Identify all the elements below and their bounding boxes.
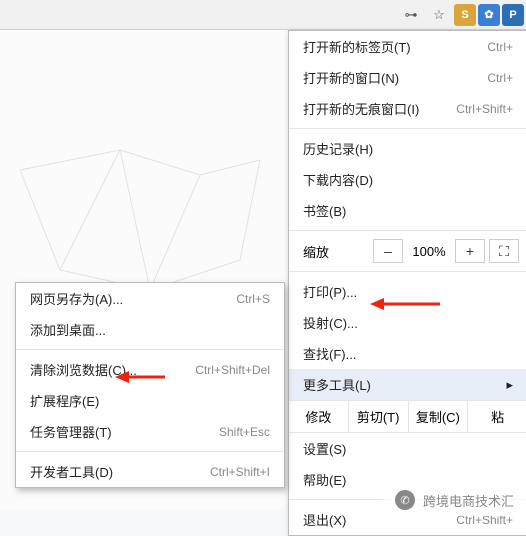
menu-label: 打开新的标签页(T) [303,37,411,56]
menu-downloads[interactable]: 下载内容(D) [289,164,526,195]
submenu-dev-tools[interactable]: 开发者工具(D) Ctrl+Shift+I [16,456,284,487]
menu-label: 打印(P)... [303,282,357,301]
menu-label: 查找(F)... [303,344,356,363]
zoom-value: 100% [407,244,451,259]
menu-label: 添加到桌面... [30,320,106,339]
shortcut: Ctrl+ [487,40,513,54]
menu-bookmarks[interactable]: 书签(B) [289,195,526,226]
submenu-add-desktop[interactable]: 添加到桌面... [16,314,284,345]
menu-incognito[interactable]: 打开新的无痕窗口(I) Ctrl+Shift+ [289,93,526,124]
separator [16,349,284,350]
shortcut: Ctrl+Shift+I [210,465,270,479]
menu-label: 开发者工具(D) [30,462,113,481]
menu-zoom: 缩放 – 100% + ⛶ [289,235,526,267]
menu-label: 书签(B) [303,201,346,220]
menu-label: 网页另存为(A)... [30,289,123,308]
submenu-save-as[interactable]: 网页另存为(A)... Ctrl+S [16,283,284,314]
browser-toolbar: ⊶ ☆ S ✿ P [0,0,526,30]
watermark-text: 跨境电商技术汇 [423,491,514,510]
shortcut: Ctrl+S [236,292,270,306]
key-icon[interactable]: ⊶ [398,2,424,28]
submenu-extensions[interactable]: 扩展程序(E) [16,385,284,416]
menu-label: 设置(S) [303,439,346,458]
extension-icon-3[interactable]: P [502,4,524,26]
menu-find[interactable]: 查找(F)... [289,338,526,369]
cut-button[interactable]: 剪切(T) [349,401,409,432]
menu-new-window[interactable]: 打开新的窗口(N) Ctrl+ [289,62,526,93]
watermark: ✆ 跨境电商技术汇 [383,484,526,516]
copy-button[interactable]: 复制(C) [409,401,469,432]
menu-edit-row: 修改 剪切(T) 复制(C) 粘 [289,400,526,433]
menu-label: 更多工具(L) [303,375,371,394]
paste-button[interactable]: 粘 [468,401,526,432]
menu-label: 扩展程序(E) [30,391,99,410]
shortcut: Ctrl+ [487,71,513,85]
zoom-out-button[interactable]: – [373,239,403,263]
menu-history[interactable]: 历史记录(H) [289,133,526,164]
menu-label: 打开新的窗口(N) [303,68,399,87]
separator [289,230,526,231]
shortcut: Shift+Esc [219,425,270,439]
menu-print[interactable]: 打印(P)... [289,276,526,307]
menu-label: 投射(C)... [303,313,358,332]
extension-icon-1[interactable]: S [454,4,476,26]
menu-label: 下载内容(D) [303,170,373,189]
menu-more-tools[interactable]: 更多工具(L) ▸ [289,369,526,400]
edit-label: 修改 [289,401,349,432]
submenu-task-manager[interactable]: 任务管理器(T) Shift+Esc [16,416,284,447]
zoom-in-button[interactable]: + [455,239,485,263]
menu-label: 任务管理器(T) [30,422,112,441]
menu-settings[interactable]: 设置(S) [289,433,526,464]
menu-cast[interactable]: 投射(C)... [289,307,526,338]
shortcut: Ctrl+Shift+ [456,102,513,116]
main-context-menu: 打开新的标签页(T) Ctrl+ 打开新的窗口(N) Ctrl+ 打开新的无痕窗口(… [288,30,526,536]
menu-label: 打开新的无痕窗口(I) [303,99,419,118]
menu-new-tab[interactable]: 打开新的标签页(T) Ctrl+ [289,31,526,62]
more-tools-submenu: 网页另存为(A)... Ctrl+S 添加到桌面... 清除浏览数据(C)... C… [15,282,285,488]
extension-icon-2[interactable]: ✿ [478,4,500,26]
menu-label: 退出(X) [303,510,346,529]
separator [289,128,526,129]
star-icon[interactable]: ☆ [426,2,452,28]
menu-label: 清除浏览数据(C)... [30,360,137,379]
zoom-label: 缩放 [303,242,369,261]
submenu-arrow-icon: ▸ [506,377,513,393]
separator [289,271,526,272]
menu-label: 历史记录(H) [303,139,373,158]
fullscreen-button[interactable]: ⛶ [489,239,519,263]
separator [16,451,284,452]
submenu-clear-data[interactable]: 清除浏览数据(C)... Ctrl+Shift+Del [16,354,284,385]
menu-label: 帮助(E) [303,470,346,489]
shortcut: Ctrl+Shift+Del [195,363,270,377]
wechat-icon: ✆ [395,490,415,510]
